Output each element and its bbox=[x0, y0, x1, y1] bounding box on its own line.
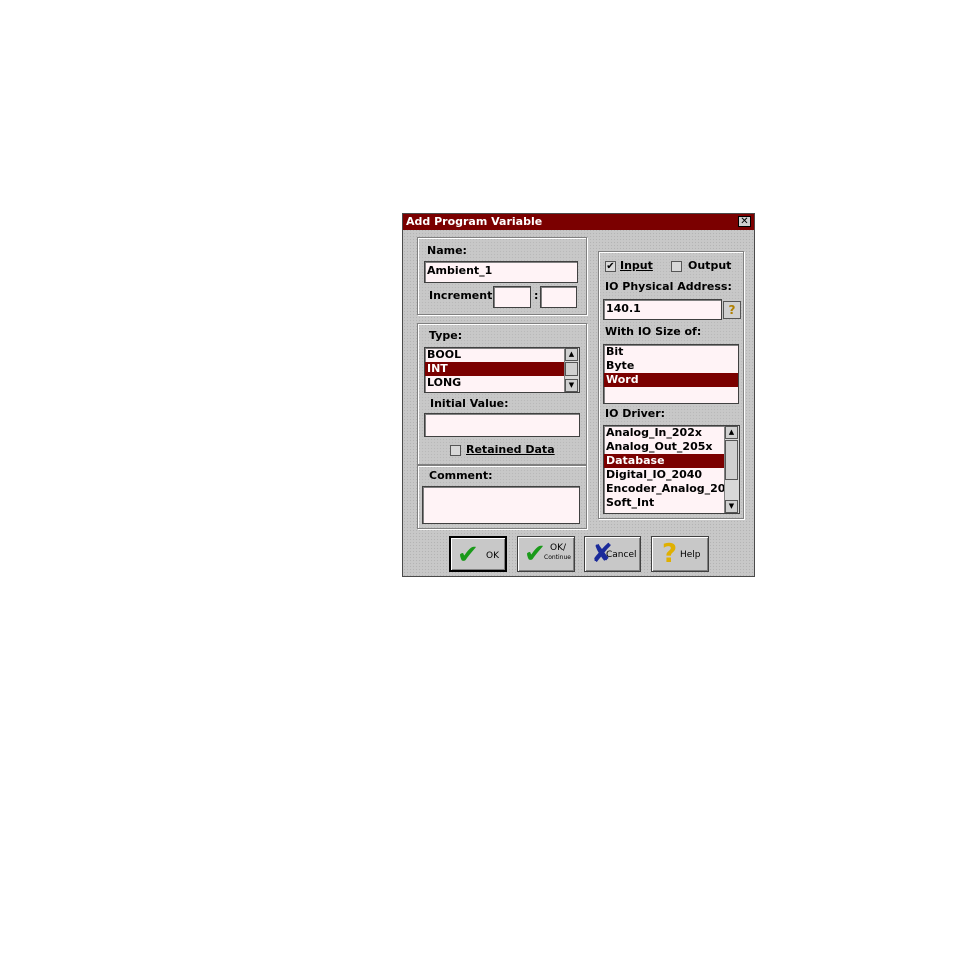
help-label: Help bbox=[680, 550, 701, 560]
ok-label: OK bbox=[486, 551, 499, 561]
io-driver-list-item[interactable]: Soft_Int bbox=[604, 496, 739, 510]
type-list-item[interactable]: BOOL bbox=[425, 348, 579, 362]
comment-input[interactable] bbox=[422, 486, 580, 524]
scroll-thumb[interactable] bbox=[725, 440, 738, 480]
driver-list-scrollbar[interactable]: ▲ ▼ bbox=[724, 426, 739, 513]
ok-continue-label-line2: Continue bbox=[544, 554, 571, 561]
check-icon: ✔ bbox=[524, 539, 546, 569]
question-icon: ? bbox=[662, 539, 678, 569]
initial-value-label: Initial Value: bbox=[430, 397, 509, 410]
scroll-up-icon[interactable]: ▲ bbox=[565, 348, 578, 361]
io-size-list-item[interactable]: Byte bbox=[604, 359, 738, 373]
io-driver-list-item[interactable]: Digital_IO_2040 bbox=[604, 468, 739, 482]
type-list-scrollbar[interactable]: ▲ ▼ bbox=[564, 348, 579, 392]
scroll-down-icon[interactable]: ▼ bbox=[565, 379, 578, 392]
dialog-title: Add Program Variable bbox=[406, 215, 543, 228]
ok-button[interactable]: ✔ OK bbox=[449, 536, 507, 572]
add-program-variable-dialog: Add Program Variable ✕ Name: Ambient_1 I… bbox=[402, 213, 755, 577]
io-size-list[interactable]: Bit Byte Word bbox=[603, 344, 739, 404]
type-list-item[interactable]: LONG bbox=[425, 376, 579, 390]
retained-data-checkbox[interactable] bbox=[450, 445, 461, 456]
close-icon[interactable]: ✕ bbox=[738, 216, 751, 227]
name-group: Name: Ambient_1 Increment: : bbox=[417, 237, 587, 315]
input-label: Input bbox=[620, 259, 653, 272]
scroll-down-icon[interactable]: ▼ bbox=[725, 500, 738, 513]
type-list-item[interactable]: INT bbox=[425, 362, 579, 376]
scroll-thumb[interactable] bbox=[565, 362, 578, 376]
io-group: ✔ Input Output IO Physical Address: 140.… bbox=[598, 251, 744, 519]
io-driver-list-item[interactable]: Analog_Out_205x bbox=[604, 440, 739, 454]
increment-label: Increment: bbox=[429, 289, 497, 302]
increment-input-b[interactable] bbox=[540, 286, 577, 308]
input-checkbox[interactable]: ✔ bbox=[605, 261, 616, 272]
cancel-label: Cancel bbox=[606, 550, 637, 560]
io-size-list-item[interactable]: Bit bbox=[604, 345, 738, 359]
comment-group: Comment: bbox=[417, 465, 587, 529]
type-label: Type: bbox=[429, 329, 463, 342]
io-driver-list[interactable]: Analog_In_202x Analog_Out_205x Database Dig… bbox=[603, 425, 740, 514]
io-address-label: IO Physical Address: bbox=[605, 280, 732, 293]
dialog-titlebar: Add Program Variable ✕ bbox=[403, 214, 754, 230]
check-icon: ✔ bbox=[457, 540, 479, 570]
name-label: Name: bbox=[427, 244, 467, 257]
retained-data-label: Retained Data bbox=[466, 443, 555, 456]
increment-input-a[interactable] bbox=[493, 286, 531, 308]
io-address-input[interactable]: 140.1 bbox=[603, 299, 722, 320]
check-icon: ✔ bbox=[606, 261, 615, 272]
increment-separator: : bbox=[534, 289, 539, 302]
output-label: Output bbox=[688, 259, 732, 272]
cancel-button[interactable]: ✘ Cancel bbox=[584, 536, 641, 572]
help-button[interactable]: ? Help bbox=[651, 536, 709, 572]
io-size-label: With IO Size of: bbox=[605, 325, 702, 338]
ok-continue-label-line1: OK/ bbox=[550, 543, 567, 553]
ok-continue-button[interactable]: ✔ OK/ Continue bbox=[517, 536, 575, 572]
type-list[interactable]: BOOL INT LONG ▲ ▼ bbox=[424, 347, 580, 393]
output-checkbox[interactable] bbox=[671, 261, 682, 272]
io-size-list-item[interactable]: Word bbox=[604, 373, 738, 387]
type-group: Type: BOOL INT LONG ▲ ▼ Initial Value: Ret… bbox=[417, 323, 587, 465]
address-help-icon[interactable]: ? bbox=[723, 301, 741, 319]
io-driver-label: IO Driver: bbox=[605, 407, 666, 420]
name-input[interactable]: Ambient_1 bbox=[424, 261, 578, 283]
scroll-up-icon[interactable]: ▲ bbox=[725, 426, 738, 439]
initial-value-input[interactable] bbox=[424, 413, 580, 437]
io-driver-list-item[interactable]: Analog_In_202x bbox=[604, 426, 739, 440]
io-driver-list-item[interactable]: Encoder_Analog_20 bbox=[604, 482, 739, 496]
io-driver-list-item[interactable]: Database bbox=[604, 454, 739, 468]
comment-label: Comment: bbox=[429, 469, 493, 482]
